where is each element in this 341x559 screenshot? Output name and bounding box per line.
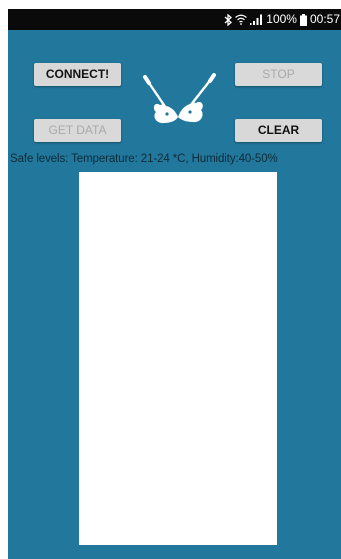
guitars-heart-logo	[138, 72, 218, 128]
clock: 00:57	[309, 12, 340, 26]
data-output-panel[interactable]	[79, 172, 277, 545]
wifi-icon	[235, 14, 248, 25]
battery-icon	[299, 13, 307, 26]
screen: 100% 00:57 CONNECT! STOP GET DATA CLEAR …	[0, 0, 341, 559]
signal-icon	[250, 14, 263, 25]
stop-button[interactable]: STOP	[235, 63, 322, 86]
clear-button[interactable]: CLEAR	[235, 119, 322, 142]
status-bar: 100% 00:57	[8, 9, 341, 30]
battery-percent: 100%	[266, 12, 297, 26]
safe-levels-label: Safe levels: Temperature: 21-24 *C, Humi…	[10, 153, 278, 165]
bluetooth-icon	[224, 13, 233, 26]
status-icons: 100% 00:57	[224, 12, 340, 27]
connect-button[interactable]: CONNECT!	[34, 63, 121, 86]
get-data-button[interactable]: GET DATA	[34, 119, 121, 142]
